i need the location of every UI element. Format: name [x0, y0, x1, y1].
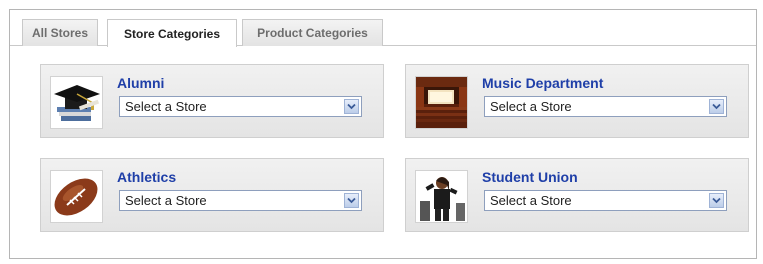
chevron-down-icon[interactable] — [344, 99, 359, 114]
category-card-alumni: Alumni Select a Store — [40, 64, 384, 138]
category-title-music-department[interactable]: Music Department — [482, 75, 603, 91]
category-card-student-union: Student Union Select a Store — [405, 158, 749, 232]
store-select-alumni[interactable]: Select a Store — [119, 96, 362, 117]
student-icon — [415, 170, 468, 223]
tab-store-categories[interactable]: Store Categories — [107, 19, 237, 47]
category-card-music-department: Music Department Select a Store — [405, 64, 749, 138]
store-select-student-union[interactable]: Select a Store — [484, 190, 727, 211]
tab-bar: All Stores Store Categories Product Cate… — [10, 10, 756, 47]
football-icon — [50, 170, 103, 223]
category-title-athletics[interactable]: Athletics — [117, 169, 176, 185]
store-browser-panel: All Stores Store Categories Product Cate… — [9, 9, 757, 259]
category-card-athletics: Athletics Select a Store — [40, 158, 384, 232]
chevron-down-icon[interactable] — [709, 193, 724, 208]
chevron-down-icon[interactable] — [709, 99, 724, 114]
chevron-down-icon[interactable] — [344, 193, 359, 208]
category-title-student-union[interactable]: Student Union — [482, 169, 578, 185]
tab-product-categories[interactable]: Product Categories — [242, 19, 383, 46]
graduation-cap-icon — [50, 76, 103, 129]
select-value: Select a Store — [490, 99, 572, 114]
select-value: Select a Store — [490, 193, 572, 208]
store-select-athletics[interactable]: Select a Store — [119, 190, 362, 211]
tab-all-stores[interactable]: All Stores — [22, 19, 98, 46]
select-value: Select a Store — [125, 193, 207, 208]
store-select-music-department[interactable]: Select a Store — [484, 96, 727, 117]
select-value: Select a Store — [125, 99, 207, 114]
category-title-alumni[interactable]: Alumni — [117, 75, 164, 91]
auditorium-icon — [415, 76, 468, 129]
